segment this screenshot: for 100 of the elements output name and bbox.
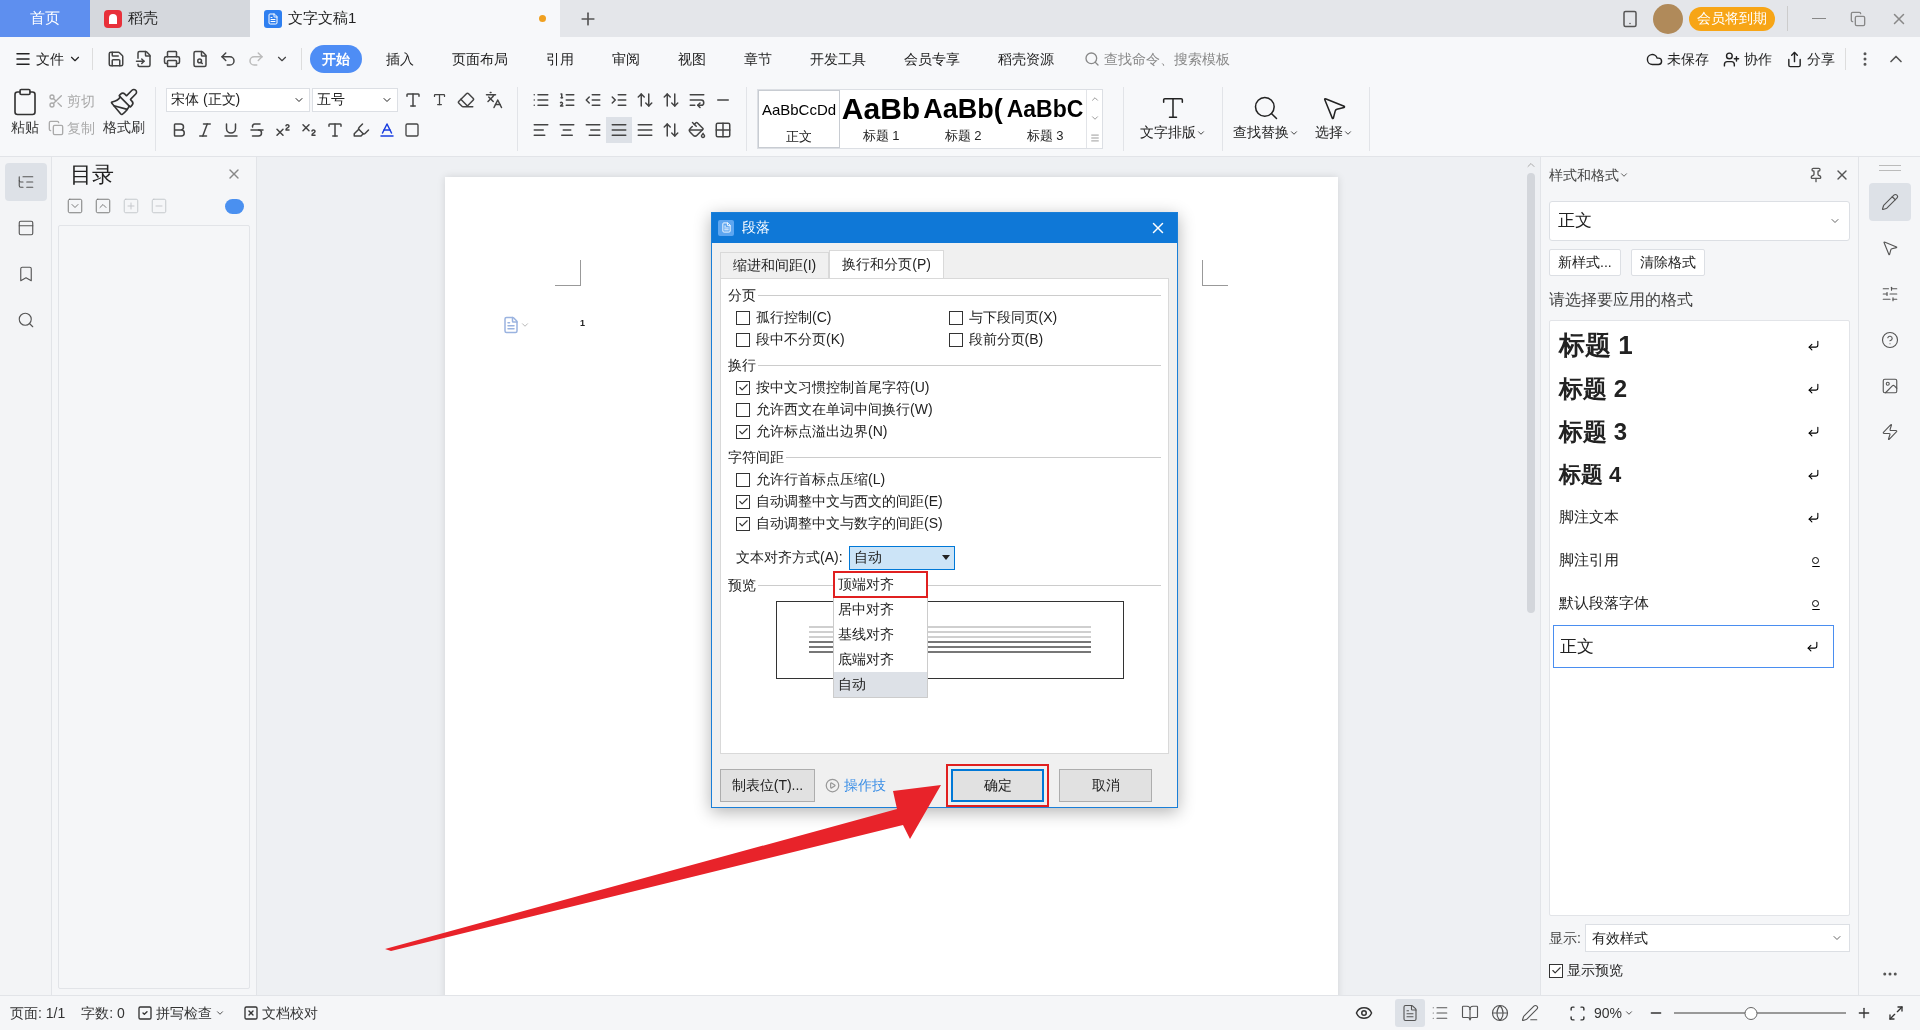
panel-button[interactable]: 新样式... — [1549, 249, 1621, 276]
section-heading: 分页 — [728, 286, 756, 306]
checkbox[interactable] — [736, 402, 750, 417]
menu-tab[interactable]: 页面布局 — [444, 48, 516, 70]
dropdown-arrow-icon — [941, 555, 950, 561]
sidebar-tab[interactable] — [1868, 183, 1911, 221]
justify-icon[interactable] — [606, 116, 632, 143]
expand-all-icon[interactable] — [66, 197, 84, 215]
checkbox[interactable] — [736, 332, 750, 347]
dropdown-option[interactable]: 居中对齐 — [834, 596, 927, 622]
page-view-icon — [1400, 1004, 1419, 1022]
dropdown-option[interactable]: 顶端对齐 — [834, 571, 927, 597]
style-preset[interactable]: AaBbC 标题 3 — [1004, 89, 1086, 148]
assistant-icon[interactable] — [225, 198, 244, 214]
alignment-dropdown[interactable]: 自动 — [848, 545, 955, 570]
document-tab[interactable]: 稻壳 — [90, 0, 250, 37]
search-icon — [16, 311, 35, 329]
font-name-field[interactable]: 宋体 (正文) — [166, 87, 310, 112]
zoom-level[interactable]: 90% — [1593, 1002, 1634, 1024]
toolbar-action-button[interactable]: 未保存 — [1646, 48, 1709, 70]
checkbox[interactable] — [736, 380, 750, 395]
menu-tab[interactable]: 章节 — [736, 48, 780, 70]
menu-icon — [14, 50, 32, 68]
dialog-button[interactable]: 确定 — [951, 769, 1044, 802]
checkbox-label: 允许西文在单词中间换行(W) — [756, 400, 933, 420]
avatar[interactable] — [1653, 3, 1683, 34]
show-label: 显示: — [1549, 928, 1581, 948]
checkbox[interactable] — [1549, 963, 1563, 978]
zoom-in-icon[interactable] — [1856, 1005, 1872, 1021]
dropdown-option[interactable]: 基线对齐 — [834, 621, 927, 647]
menu-tab[interactable]: 会员专享 — [896, 48, 968, 70]
checkbox[interactable] — [736, 516, 750, 531]
chevron-down-icon — [214, 1008, 225, 1018]
menu-tab[interactable]: 视图 — [670, 48, 714, 70]
checkbox[interactable] — [736, 494, 750, 509]
checkbox-label: 自动调整中文与数字的间距(S) — [756, 514, 943, 534]
chevron-down-icon — [520, 320, 530, 330]
word-count[interactable]: 字数: 0 — [81, 1002, 125, 1024]
fit-window-icon[interactable] — [1568, 1004, 1586, 1022]
text-layout-button[interactable]: 文字排版 — [1124, 94, 1222, 143]
style-item[interactable]: 标题 4 — [1553, 453, 1834, 496]
fullscreen-icon[interactable] — [1888, 1005, 1904, 1021]
zoom-slider-thumb[interactable] — [1744, 1006, 1758, 1020]
drag-handle-icon[interactable] — [1878, 165, 1901, 171]
panel-button[interactable]: 清除格式 — [1630, 249, 1705, 276]
format-prompt: 请选择要应用的格式 — [1549, 290, 1694, 310]
play-icon — [825, 778, 840, 793]
menu-tab[interactable]: 引用 — [538, 48, 582, 70]
dialog-button[interactable]: 制表位(T)... — [720, 769, 815, 802]
style-item[interactable]: 脚注引用 — [1553, 539, 1834, 582]
dialog-tab[interactable]: 缩进和间距(I) — [720, 251, 830, 278]
dialog-title: 段落 — [742, 218, 770, 238]
dropdown-option[interactable]: 底端对齐 — [834, 646, 927, 672]
checkbox[interactable] — [948, 332, 963, 347]
style-preset[interactable]: AaBb( 标题 2 — [922, 89, 1004, 148]
menu-tab[interactable]: 稻壳资源 — [990, 48, 1062, 70]
search-icon — [1084, 51, 1100, 67]
dialog-tab[interactable]: 换行和分页(P) — [829, 249, 944, 278]
find-replace-button[interactable]: 查找替换 — [1223, 94, 1309, 143]
scrollbar-thumb[interactable] — [1527, 173, 1535, 613]
dialog-button[interactable]: 取消 — [1059, 769, 1152, 802]
style-preset[interactable]: AaBb 标题 1 — [840, 89, 922, 148]
command-search-field[interactable]: 查找命令、搜索模板 — [1084, 48, 1230, 70]
proofread-button[interactable]: 文档校对 — [242, 1002, 318, 1024]
panel-title[interactable]: 样式和格式 — [1549, 164, 1629, 186]
paste-button[interactable]: 粘贴 — [10, 86, 40, 138]
style-item[interactable]: 正文 — [1553, 625, 1834, 668]
document-logo-icon — [264, 9, 282, 28]
style-item[interactable]: 标题 3 — [1553, 410, 1834, 453]
style-preset[interactable]: AaBbCcDd 正文 — [758, 89, 840, 148]
toolbar-action-button[interactable]: 协作 — [1723, 48, 1772, 70]
zoom-slider[interactable] — [1674, 1006, 1846, 1020]
sidebar-tab[interactable] — [4, 163, 47, 201]
style-item[interactable]: 标题 2 — [1553, 367, 1834, 410]
font-size-field[interactable]: 五号 — [312, 87, 398, 112]
style-item[interactable]: 默认段落字体 — [1553, 582, 1834, 625]
menu-tab[interactable]: 审阅 — [604, 48, 648, 70]
document-tab[interactable]: 文字文稿1 — [250, 0, 560, 37]
dropdown-option[interactable]: 自动 — [834, 671, 927, 697]
collapse-all-icon[interactable] — [94, 197, 112, 215]
format-painter-button[interactable]: 格式刷 — [103, 86, 145, 138]
select-button[interactable]: 选择 — [1309, 94, 1359, 143]
checkbox[interactable] — [948, 310, 963, 325]
menu-tab[interactable]: 插入 — [378, 48, 422, 70]
pin-icon[interactable] — [1808, 167, 1824, 183]
view-mode-button[interactable] — [1394, 999, 1425, 1027]
checkbox[interactable] — [736, 472, 750, 487]
file-menu[interactable]: 文件 — [14, 48, 82, 70]
eye-protection-icon[interactable] — [1354, 1004, 1373, 1022]
checkbox-label: 孤行控制(C) — [756, 308, 832, 328]
show-field[interactable]: 有效样式 — [1584, 924, 1850, 952]
menu-tab[interactable]: 开发工具 — [802, 48, 874, 70]
style-item[interactable]: 脚注文本 — [1553, 496, 1834, 539]
style-item[interactable]: 标题 1 — [1553, 324, 1834, 367]
checkbox[interactable] — [736, 424, 750, 439]
style-field[interactable]: 正文 — [1549, 201, 1850, 241]
page-count[interactable]: 页面: 1/1 — [10, 1002, 66, 1024]
checkbox[interactable] — [736, 310, 750, 325]
spell-check-button[interactable]: 拼写检查 — [136, 1002, 225, 1024]
toolbar-action-button[interactable]: 分享 — [1786, 48, 1835, 70]
